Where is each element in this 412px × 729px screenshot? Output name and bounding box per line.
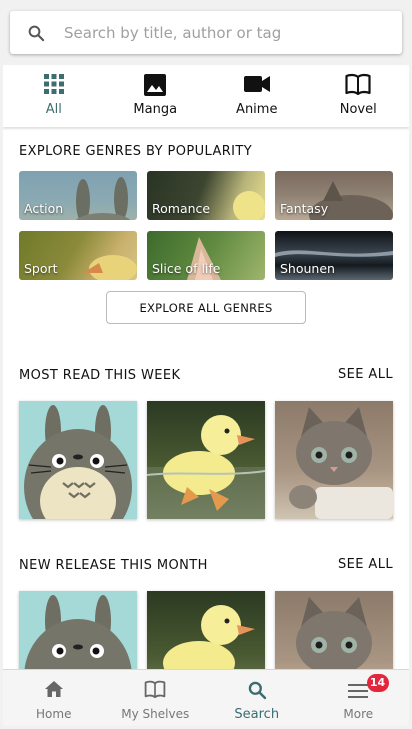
video-camera-icon [243,76,270,92]
tab-label: Novel [339,102,377,117]
nav-label: My Shelves [121,707,190,721]
duckling-image [83,255,137,280]
genre-label: Sport [24,261,58,276]
genre-card-fantasy[interactable]: Fantasy [275,171,393,220]
nav-home[interactable]: Home [3,670,105,726]
totoro-thumbnail[interactable] [19,401,137,519]
menu-icon [348,684,369,698]
kitten-image [289,407,393,519]
category-tabs: All Manga Anime Novel [3,65,409,127]
new-release-see-all-link[interactable]: SEE ALL [338,557,393,572]
tab-anime[interactable]: Anime [206,65,308,127]
genre-card-romance[interactable]: Romance [147,171,265,220]
totoro-ears-image [75,177,131,220]
duckling-image [147,415,265,519]
nav-label: Home [36,707,72,721]
genre-label: Slice of life [152,261,221,276]
home-icon [44,681,63,697]
nav-search[interactable]: Search [206,670,308,726]
notification-badge: 14 [366,674,389,692]
book-open-icon [345,73,371,95]
nav-my-shelves[interactable]: My Shelves [105,670,207,726]
search-icon [248,681,266,700]
search-box[interactable] [10,11,402,54]
genre-label: Fantasy [280,201,329,216]
genre-card-action[interactable]: Action [19,171,137,220]
genre-label: Action [24,201,64,216]
genres-section-title: EXPLORE GENRES BY POPULARITY [19,144,253,159]
kitten-thumbnail[interactable] [275,401,393,519]
reflection-image [275,250,393,257]
genre-card-shounen[interactable]: Shounen [275,231,393,280]
image-icon [144,74,167,96]
tab-all[interactable]: All [3,65,105,127]
genre-label: Shounen [280,261,335,276]
tab-manga[interactable]: Manga [105,65,207,127]
search-bar-area [3,3,409,65]
genre-card-slice-of-life[interactable]: Slice of life [147,231,265,280]
new-release-section-title: NEW RELEASE THIS MONTH [19,558,208,573]
tab-novel[interactable]: Novel [308,65,410,127]
nav-label: More [343,707,374,721]
tab-label: Anime [236,102,278,117]
tab-label: All [45,102,62,117]
duckling-image [233,191,265,220]
explore-all-genres-button[interactable]: EXPLORE ALL GENRES [106,291,306,324]
search-icon [28,25,45,42]
tab-label: Manga [133,102,178,117]
totoro-image [24,405,132,519]
nav-label: Search [234,707,280,722]
app-frame: All Manga Anime Novel EXPLORE GENRES BY … [3,3,409,726]
genre-card-sport[interactable]: Sport [19,231,137,280]
most-read-see-all-link[interactable]: SEE ALL [338,367,393,382]
grid-icon [43,74,64,94]
nav-more[interactable]: 14 More [308,670,410,726]
book-open-icon [144,680,166,698]
duckling-thumbnail[interactable] [147,401,265,519]
bottom-navigation: Home My Shelves Search 14 More [3,669,409,726]
most-read-section-title: MOST READ THIS WEEK [19,368,181,383]
search-input[interactable] [64,19,384,46]
genre-label: Romance [152,201,211,216]
